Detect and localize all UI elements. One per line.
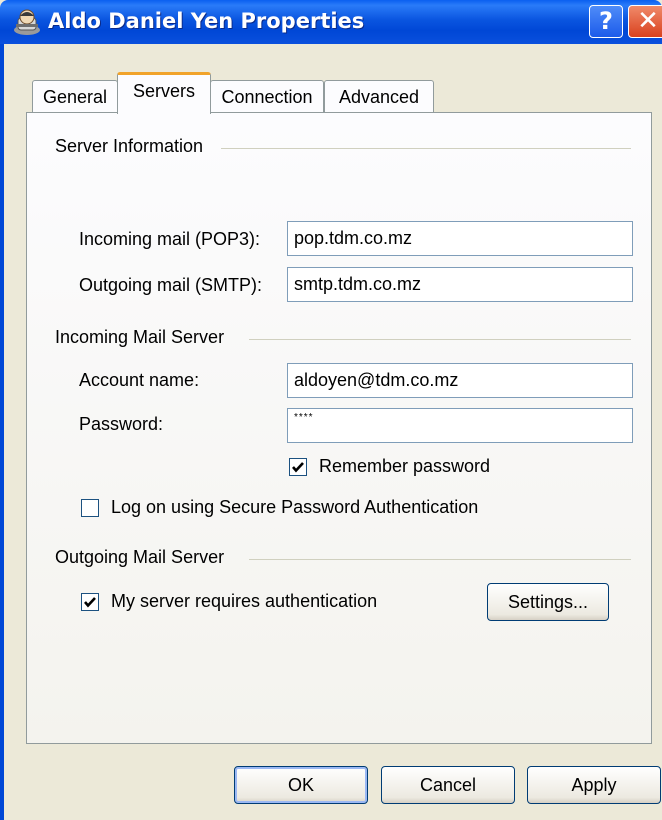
help-icon[interactable]: ? [589, 5, 623, 38]
outgoing-mail-label: Outgoing mail (SMTP): [79, 275, 263, 295]
incoming-mail-label: Incoming mail (POP3): [79, 229, 261, 249]
server-information-group-label: Server Information [55, 136, 204, 156]
tab-advanced[interactable]: Advanced [324, 80, 434, 112]
server-requires-auth-label[interactable]: My server requires authentication [111, 591, 377, 612]
server-information-divider [221, 148, 631, 149]
ok-button[interactable]: OK [234, 766, 368, 804]
title-bar[interactable]: Aldo Daniel Yen Properties ? ✕ [0, 0, 662, 44]
outgoing-mail-field[interactable]: smtp.tdm.co.mz [287, 267, 633, 302]
incoming-mail-server-divider [249, 339, 631, 340]
outgoing-mail-server-group-label: Outgoing Mail Server [55, 547, 225, 567]
tab-advanced-label: Advanced [338, 87, 420, 107]
apply-button[interactable]: Apply [527, 766, 661, 804]
incoming-mail-field[interactable]: pop.tdm.co.mz [287, 221, 633, 256]
account-name-label: Account name: [79, 370, 200, 390]
tab-general[interactable]: General [32, 80, 118, 112]
tab-general-label: General [42, 87, 108, 107]
password-field[interactable]: **** [287, 408, 633, 443]
account-name-field[interactable]: aldoyen@tdm.co.mz [287, 363, 633, 398]
tab-servers[interactable]: Servers [117, 72, 211, 114]
secure-password-auth-checkbox[interactable] [81, 499, 99, 517]
password-label: Password: [79, 414, 164, 434]
settings-button[interactable]: Settings... [487, 583, 609, 621]
server-requires-auth-checkbox[interactable] [81, 593, 99, 611]
tab-servers-label: Servers [132, 81, 195, 101]
outgoing-mail-server-divider [249, 559, 631, 560]
cancel-button[interactable]: Cancel [381, 766, 515, 804]
tab-connection-label: Connection [221, 87, 313, 107]
window-frame-left [0, 44, 4, 820]
servers-tab-panel: Server Information Incoming mail (POP3):… [26, 112, 652, 744]
window-title: Aldo Daniel Yen Properties [48, 9, 365, 33]
remember-password-label[interactable]: Remember password [319, 456, 490, 477]
checkmark-icon [84, 597, 96, 608]
remember-password-checkbox[interactable] [289, 458, 307, 476]
tab-connection[interactable]: Connection [210, 80, 324, 112]
account-properties-icon [12, 8, 42, 36]
checkmark-icon [292, 462, 304, 473]
secure-password-auth-label[interactable]: Log on using Secure Password Authenticat… [111, 497, 478, 518]
incoming-mail-server-group-label: Incoming Mail Server [55, 327, 225, 347]
close-icon[interactable]: ✕ [628, 5, 662, 38]
